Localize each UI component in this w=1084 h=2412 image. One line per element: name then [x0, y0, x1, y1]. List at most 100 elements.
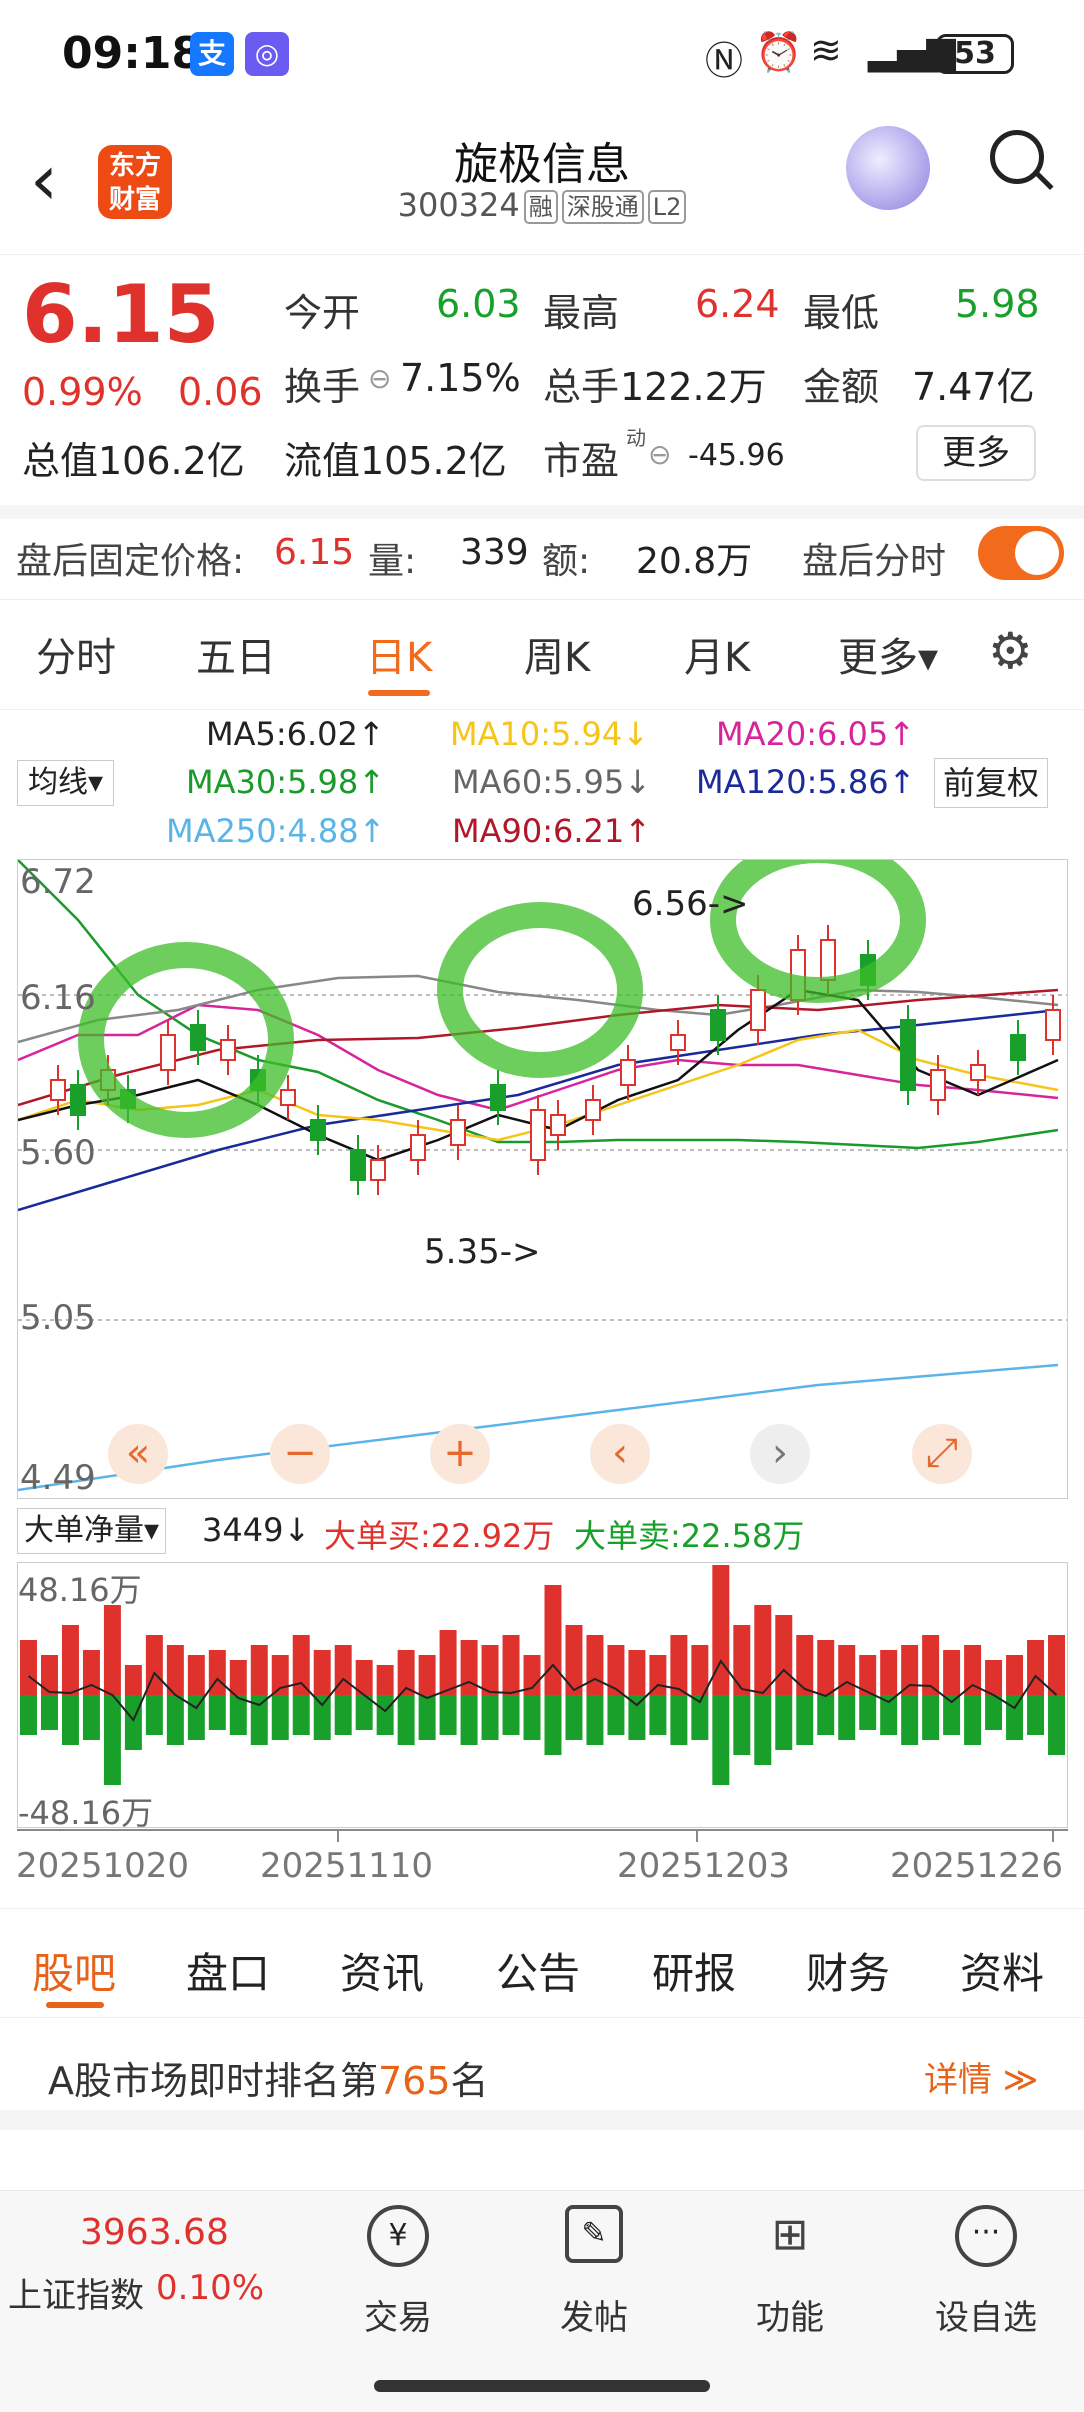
highlight-circle — [437, 902, 643, 1078]
change-pct: 0.99% — [22, 370, 143, 414]
rank-detail-link[interactable]: 详情 ≫ — [924, 2052, 1038, 2101]
index-value[interactable]: 3963.68 — [80, 2212, 229, 2253]
zoom-out-button[interactable]: − — [270, 1424, 330, 1484]
post-button[interactable]: ✎ — [524, 2205, 664, 2263]
pe-info-icon[interactable]: ⊖ — [648, 438, 671, 471]
post-label[interactable]: 发帖 — [524, 2290, 664, 2339]
add-watchlist-label[interactable]: 设自选 — [916, 2290, 1056, 2339]
flow-bar-down — [712, 1695, 730, 1785]
flow-bar-down — [334, 1695, 352, 1735]
candle — [50, 1079, 66, 1101]
flow-bar-down — [61, 1695, 79, 1745]
indicator-selector[interactable]: 均线▾ — [17, 760, 115, 806]
turnover-label: 换手 — [284, 365, 361, 409]
flow-bar-down — [523, 1695, 541, 1740]
tab-daily-k[interactable]: 日K — [366, 625, 432, 683]
flow-bar-down — [271, 1695, 289, 1740]
highlight-circle — [78, 942, 294, 1138]
tab-research[interactable]: 研报 — [652, 1940, 736, 2001]
flow-bar-down — [859, 1695, 877, 1730]
settings-gear-icon[interactable]: ⚙ — [988, 622, 1033, 680]
after-hours-vol-label: 量: — [368, 541, 417, 582]
flow-bar-down — [439, 1695, 457, 1735]
sz-connect-tag: 深股通 — [561, 190, 644, 224]
float-cap: 流值105.2亿 — [284, 439, 507, 483]
flow-bar-up — [775, 1615, 793, 1695]
flow-bar-up — [1006, 1655, 1024, 1695]
trade-label[interactable]: 交易 — [328, 2290, 468, 2339]
flow-bar-down — [20, 1695, 37, 1735]
flow-bar-down — [1048, 1695, 1065, 1755]
kline-chart[interactable] — [17, 859, 1068, 1499]
big-sell-value: 大单卖:22.58万 — [574, 1517, 805, 1555]
candle — [670, 1034, 686, 1051]
rank-number: 765 — [378, 2059, 451, 2103]
volume-value: 122.2万 — [620, 365, 767, 409]
more-button[interactable]: 更多 — [916, 425, 1036, 481]
big-buy-value: 大单买:22.92万 — [324, 1517, 555, 1555]
tab-news[interactable]: 资讯 — [340, 1940, 424, 2001]
tab-profile[interactable]: 资料 — [960, 1940, 1044, 2001]
tab-five-day[interactable]: 五日 — [196, 625, 276, 683]
index-name[interactable]: 上证指数 — [8, 2268, 144, 2317]
flow-bar-down — [628, 1695, 646, 1740]
candle — [820, 939, 836, 981]
tab-pankou[interactable]: 盘口 — [186, 1940, 270, 2001]
flow-max-label: 48.16万 — [18, 1571, 142, 1609]
flow-bar-down — [40, 1695, 58, 1730]
pe-label: 市盈 — [543, 439, 620, 483]
info-icon[interactable]: ⊖ — [368, 362, 391, 395]
candle — [220, 1039, 236, 1061]
trade-button[interactable]: ¥ — [328, 2205, 468, 2267]
flow-bar-up — [901, 1645, 919, 1695]
candle — [1010, 1034, 1026, 1061]
x-tick: 20251226 — [890, 1846, 1064, 1886]
adjust-button[interactable]: 前复权 — [934, 758, 1049, 808]
add-watchlist-button[interactable]: ··· — [916, 2205, 1056, 2267]
tab-guba[interactable]: 股吧 — [32, 1940, 116, 2001]
nfc-icon: Ⓝ — [705, 39, 744, 83]
candle — [900, 1019, 916, 1091]
margin-tag: 融 — [523, 190, 558, 224]
scroll-right-button[interactable]: › — [750, 1424, 810, 1484]
tab-weekly-k[interactable]: 周K — [524, 625, 590, 683]
y-tick: 6.72 — [20, 862, 96, 902]
flow-bar-up — [40, 1655, 58, 1695]
flow-bar-up — [649, 1655, 667, 1695]
l2-tag: L2 — [647, 190, 687, 224]
tab-monthly-k[interactable]: 月K — [684, 625, 750, 683]
ma20-label: MA20:6.05↑ — [716, 715, 916, 753]
flow-bar-down — [670, 1695, 688, 1745]
functions-button[interactable]: ⊞ — [720, 2205, 860, 2267]
scroll-left-button[interactable]: ‹ — [590, 1424, 650, 1484]
flow-bar-down — [376, 1695, 394, 1735]
flow-bar-up — [985, 1660, 1003, 1695]
tab-announcements[interactable]: 公告 — [496, 1940, 580, 2001]
x-tick: 20251203 — [617, 1846, 791, 1886]
fullscreen-icon[interactable]: ⤢ — [912, 1424, 972, 1484]
yen-exchange-icon: ¥ — [367, 2205, 429, 2267]
flow-bar-up — [544, 1585, 562, 1695]
flow-bar-down — [565, 1695, 583, 1740]
app-notification-icon: ◎ — [245, 32, 289, 76]
candle — [350, 1149, 366, 1181]
after-hours-toggle[interactable] — [978, 526, 1064, 580]
flow-bar-up — [670, 1635, 688, 1695]
flow-chart[interactable] — [17, 1562, 1068, 1828]
scroll-left-end-button[interactable]: « — [108, 1424, 168, 1484]
flow-bar-down — [817, 1695, 835, 1735]
robot-assistant-icon[interactable] — [846, 126, 930, 210]
zoom-in-button[interactable]: + — [430, 1424, 490, 1484]
ma30-label: MA30:5.98↑ — [186, 763, 386, 801]
turnover-value: 7.15% — [400, 356, 521, 400]
tab-financials[interactable]: 财务 — [806, 1940, 890, 2001]
flow-bar-up — [481, 1645, 499, 1695]
tab-intraday[interactable]: 分时 — [36, 625, 116, 683]
tab-more[interactable]: 更多▾ — [838, 625, 938, 683]
flow-selector[interactable]: 大单净量▾ — [17, 1508, 167, 1554]
flow-bar-up — [628, 1650, 646, 1695]
flow-bar-up — [733, 1625, 751, 1695]
open-label: 今开 — [284, 291, 361, 335]
candle — [970, 1064, 986, 1081]
functions-label[interactable]: 功能 — [720, 2290, 860, 2339]
